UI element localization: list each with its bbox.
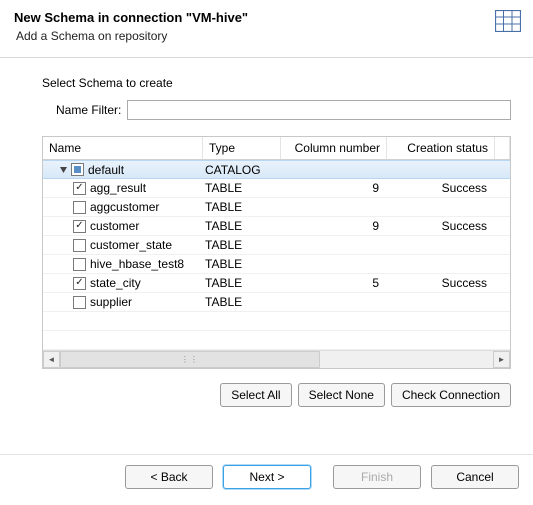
select-all-button[interactable]: Select All [220,383,291,407]
table-row[interactable]: aggcustomer TABLE [43,198,510,217]
finish-button: Finish [333,465,421,489]
schema-icon [495,10,521,35]
dialog-title: New Schema in connection "VM-hive" [14,10,519,25]
row-checkbox[interactable] [73,239,86,252]
row-checkbox[interactable] [73,201,86,214]
row-type: TABLE [203,219,281,233]
table-row-empty [43,331,510,350]
table-row[interactable]: agg_result TABLE9Success [43,179,510,198]
row-name: customer [90,219,139,233]
select-none-button[interactable]: Select None [298,383,385,407]
next-button[interactable]: Next > [223,465,311,489]
row-checkbox[interactable] [73,258,86,271]
row-creation-status: Success [387,181,495,195]
row-name: supplier [90,295,132,309]
dialog-subtitle: Add a Schema on repository [16,29,519,43]
row-column-number: 5 [281,276,387,290]
table-row[interactable]: state_city TABLE5Success [43,274,510,293]
row-creation-status: Success [387,219,495,233]
row-column-number: 9 [281,181,387,195]
row-column-number: 9 [281,219,387,233]
horizontal-scrollbar[interactable]: ◄ ⋮⋮ ► [43,350,510,368]
row-name: state_city [90,276,141,290]
row-checkbox[interactable] [73,220,86,233]
name-filter-input[interactable] [127,100,511,120]
column-header-creation-status[interactable]: Creation status [387,137,495,159]
expand-toggle-icon[interactable] [57,164,69,176]
row-name: hive_hbase_test8 [90,257,184,271]
schema-table: Name Type Column number Creation status … [42,136,511,369]
row-name: aggcustomer [90,200,159,214]
back-button[interactable]: < Back [125,465,213,489]
row-name: agg_result [90,181,146,195]
table-row[interactable]: supplier TABLE [43,293,510,312]
row-type: CATALOG [203,163,281,177]
section-label: Select Schema to create [42,76,511,90]
scroll-right-arrow[interactable]: ► [493,351,510,368]
row-checkbox[interactable] [73,296,86,309]
column-header-column-number[interactable]: Column number [281,137,387,159]
row-type: TABLE [203,238,281,252]
column-header-name[interactable]: Name [43,137,203,159]
name-filter-label: Name Filter: [56,103,121,117]
table-row-empty [43,312,510,331]
table-row[interactable]: default CATALOG [43,160,510,179]
table-row[interactable]: customer TABLE9Success [43,217,510,236]
row-type: TABLE [203,276,281,290]
row-type: TABLE [203,181,281,195]
row-name: default [88,163,124,177]
column-header-spacer [495,137,510,159]
check-connection-button[interactable]: Check Connection [391,383,511,407]
row-checkbox[interactable] [71,163,84,176]
row-checkbox[interactable] [73,182,86,195]
cancel-button[interactable]: Cancel [431,465,519,489]
row-creation-status: Success [387,276,495,290]
row-type: TABLE [203,295,281,309]
row-type: TABLE [203,257,281,271]
row-checkbox[interactable] [73,277,86,290]
scroll-left-arrow[interactable]: ◄ [43,351,60,368]
row-name: customer_state [90,238,172,252]
row-type: TABLE [203,200,281,214]
column-header-type[interactable]: Type [203,137,281,159]
table-row[interactable]: customer_state TABLE [43,236,510,255]
table-row[interactable]: hive_hbase_test8 TABLE [43,255,510,274]
table-header: Name Type Column number Creation status [43,137,510,160]
